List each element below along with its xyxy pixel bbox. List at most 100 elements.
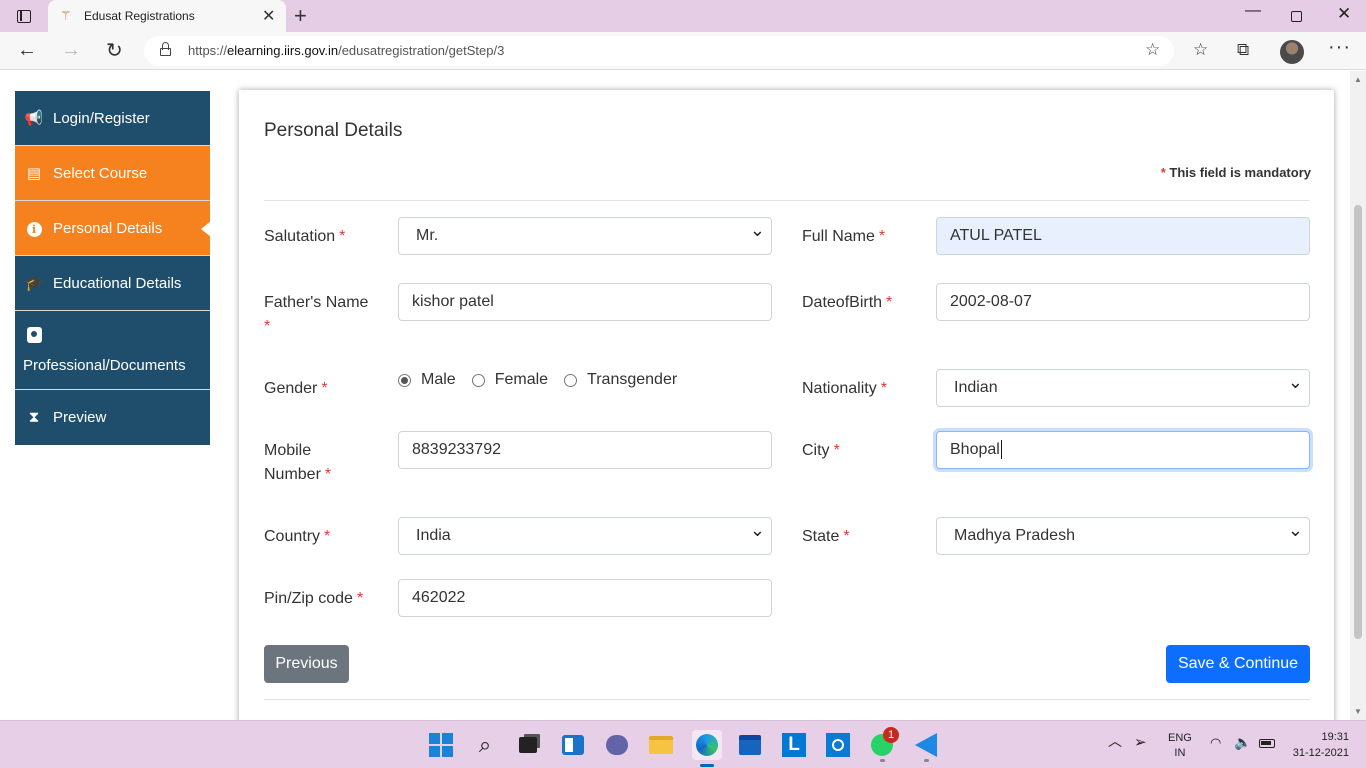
scroll-up-icon[interactable]: ▲ (1354, 75, 1362, 84)
divider (264, 200, 1310, 201)
sidebar-item-personal-details[interactable]: i Personal Details (15, 201, 211, 256)
gender-male-radio[interactable]: Male (398, 371, 456, 389)
save-continue-button[interactable]: Save & Continue (1166, 645, 1310, 683)
city-label: City * (802, 442, 840, 459)
sidebar-item-label: Select Course (53, 164, 148, 182)
pincode-input[interactable]: 462022 (398, 579, 772, 617)
text-cursor (1000, 440, 1002, 460)
browser-toolbar: ← → ↻ https://elearning.iirs.gov.in/edus… (0, 32, 1366, 70)
location-icon[interactable]: ➢ (1134, 733, 1147, 751)
new-tab-icon[interactable]: + (294, 3, 307, 29)
battery-icon[interactable] (1259, 739, 1275, 748)
full-name-label: Full Name * (802, 228, 886, 245)
gender-transgender-radio[interactable]: Transgender (564, 371, 677, 389)
sidebar-item-login-register[interactable]: 📢 Login/Register (15, 91, 210, 146)
forward-arrow-icon[interactable]: → (61, 39, 81, 62)
system-clock[interactable]: 19:31 31-12-2021 (1289, 729, 1349, 761)
full-name-input[interactable]: ATUL PATEL (936, 217, 1310, 255)
scrollbar-thumb[interactable] (1354, 205, 1362, 639)
favicon-icon: ⚚ (60, 8, 72, 23)
mobile-label: Mobile Number * (264, 442, 332, 483)
page-scrollbar[interactable]: ▲ ▼ (1350, 71, 1366, 720)
sidebar-item-label: Preview (53, 409, 107, 426)
personal-details-card: Personal Details * This field is mandato… (239, 90, 1334, 720)
divider (264, 699, 1310, 700)
collections-icon[interactable]: ⧉ (1237, 40, 1249, 60)
info-icon: i (23, 220, 45, 237)
close-tab-icon[interactable]: ✕ (262, 6, 275, 26)
wifi-icon[interactable]: ◠ (1210, 735, 1221, 751)
sidebar-item-select-course[interactable]: ▤ Select Course (15, 146, 210, 201)
sidebar-item-preview[interactable]: ⧗ Preview (15, 390, 210, 445)
windows-taskbar: ⌕ L (0, 720, 1366, 768)
maximize-icon[interactable] (1291, 11, 1302, 22)
sidebar-item-label: Educational Details (53, 274, 182, 292)
book-icon: ▤ (26, 165, 42, 182)
dob-label: DateofBirth * (802, 294, 893, 311)
salutation-label: Salutation * (264, 228, 346, 245)
running-app-indicator (880, 759, 885, 762)
megaphone-icon: 📢 (24, 110, 44, 127)
browser-tab[interactable]: ⚚ Edusat Registrations ✕ (48, 0, 286, 32)
address-bar[interactable]: https://elearning.iirs.gov.in/edusatregi… (144, 36, 1174, 66)
nationality-select[interactable]: Indian (936, 369, 1310, 407)
favorites-icon[interactable]: ☆ (1193, 40, 1208, 60)
id-badge-icon (23, 326, 45, 347)
state-label: State * (802, 528, 850, 545)
l-app-icon[interactable]: L (781, 732, 807, 758)
lock-icon[interactable] (160, 42, 171, 56)
url-text[interactable]: https://elearning.iirs.gov.in/edusatregi… (188, 43, 504, 58)
refresh-icon[interactable]: ↻ (106, 38, 123, 63)
volume-icon[interactable]: 🔈 (1234, 734, 1251, 751)
add-favorite-icon[interactable]: ☆ (1145, 40, 1160, 60)
notification-badge: 1 (883, 727, 899, 743)
scroll-down-icon[interactable]: ▼ (1354, 707, 1362, 716)
browser-tab-bar: ⚚ Edusat Registrations ✕ + — ✕ (0, 0, 1366, 32)
country-select[interactable]: India (398, 517, 772, 555)
salutation-select[interactable]: Mr. (398, 217, 772, 255)
sidebar-item-educational-details[interactable]: 🎓 Educational Details (15, 256, 210, 311)
radio-unchecked-icon[interactable] (564, 373, 578, 387)
gender-label: Gender * (264, 380, 328, 397)
teams-chat-icon[interactable] (604, 732, 630, 758)
sidebar-item-label: Login/Register (53, 109, 150, 127)
previous-button[interactable]: Previous (264, 645, 349, 683)
mobile-input[interactable]: 8839233792 (398, 431, 772, 469)
active-app-indicator (700, 764, 714, 767)
country-label: Country * (264, 528, 331, 545)
gender-female-radio[interactable]: Female (471, 371, 548, 389)
profile-avatar[interactable] (1280, 40, 1304, 64)
close-window-icon[interactable]: ✕ (1337, 4, 1351, 24)
back-arrow-icon[interactable]: ← (17, 39, 37, 62)
father-name-input[interactable]: kishor patel (398, 283, 772, 321)
state-select[interactable]: Madhya Pradesh (936, 517, 1310, 555)
sidebar-item-label: Personal Details (53, 219, 163, 237)
task-view-icon[interactable] (515, 732, 541, 758)
chevron-up-icon[interactable]: ︿ (1108, 731, 1122, 751)
tab-actions-icon[interactable] (10, 6, 38, 26)
edge-browser-icon[interactable] (692, 730, 722, 760)
file-explorer-icon[interactable] (648, 732, 674, 758)
minimize-icon[interactable]: — (1245, 2, 1261, 20)
hourglass-icon: ⧗ (28, 409, 40, 426)
search-icon[interactable]: ⌕ (472, 732, 498, 758)
radio-unchecked-icon[interactable] (471, 373, 485, 387)
sidebar-item-professional-documents[interactable]: Professional/Documents (15, 311, 210, 390)
mandatory-note: * This field is mandatory (1160, 165, 1311, 180)
windows-start-icon[interactable] (428, 732, 454, 758)
more-options-icon[interactable]: ··· (1328, 36, 1351, 59)
microsoft-store-icon[interactable] (737, 732, 763, 758)
language-indicator[interactable]: ENG IN (1168, 731, 1192, 761)
city-input[interactable]: Bhopal (936, 431, 1310, 469)
o-app-icon[interactable] (825, 732, 851, 758)
father-name-label: Father's Name * (264, 294, 369, 335)
sidebar-item-label: Professional/Documents (23, 356, 186, 374)
dob-input[interactable]: 2002-08-07 (936, 283, 1310, 321)
tab-title: Edusat Registrations (84, 9, 195, 23)
widgets-icon[interactable] (560, 732, 586, 758)
graduation-cap-icon: 🎓 (24, 275, 44, 292)
nationality-label: Nationality * (802, 380, 887, 397)
gender-radio-group: Male Female Transgender (398, 371, 693, 389)
radio-checked-icon[interactable] (398, 373, 411, 387)
vscode-icon[interactable] (913, 732, 939, 758)
